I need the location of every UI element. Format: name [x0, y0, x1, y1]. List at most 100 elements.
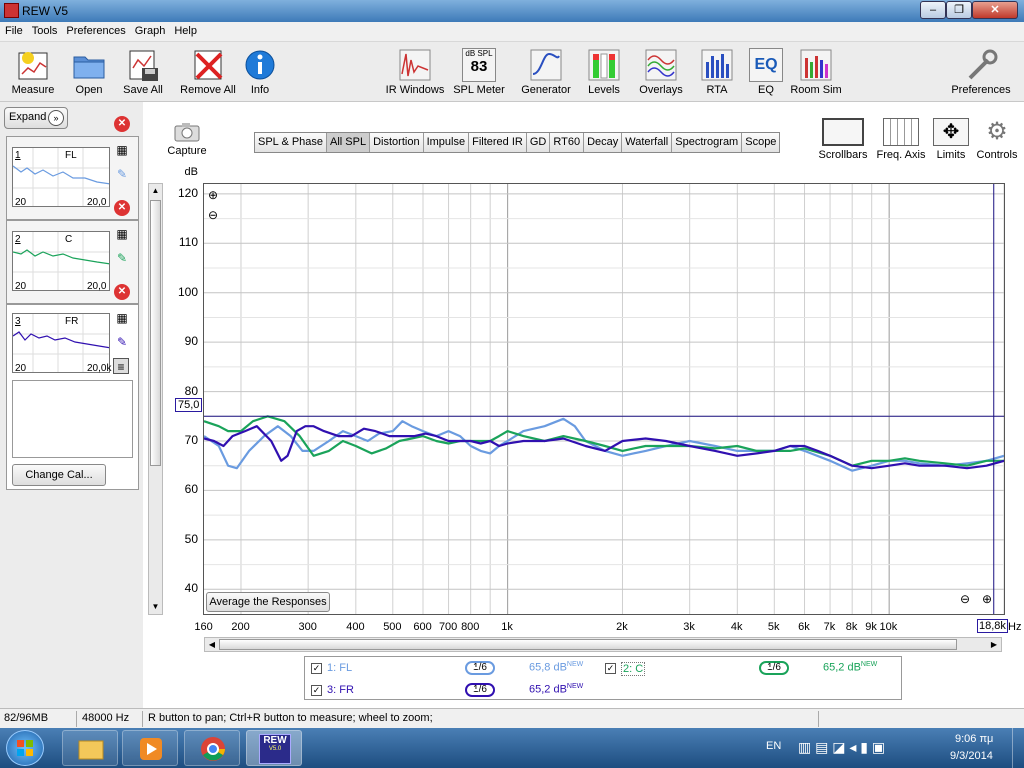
cursor-freq-label: 18,8k — [977, 619, 1008, 633]
preferences-button[interactable]: Preferences — [946, 44, 1016, 100]
smoothing-c[interactable]: 1/6 — [759, 661, 789, 675]
remove-all-button[interactable]: Remove All — [178, 44, 238, 100]
spl-chart-svg — [204, 184, 1004, 614]
ir-windows-button[interactable]: IR Windows — [384, 44, 446, 100]
freq-axis-button[interactable]: Freq. Axis — [874, 118, 928, 161]
tab-spectrogram[interactable]: Spectrogram — [672, 133, 743, 152]
menu-bar: File Tools Preferences Graph Help — [0, 22, 1024, 42]
minimize-button[interactable]: – — [920, 1, 946, 19]
save-all-button[interactable]: Save All — [118, 44, 168, 100]
x-axis-unit: Hz — [1008, 621, 1022, 633]
horizontal-scrollbar[interactable]: ◀ ▶ — [204, 637, 1002, 652]
notes-area[interactable] — [12, 380, 133, 458]
scroll-left-arrow[interactable]: ◀ — [205, 638, 219, 651]
clock-date[interactable]: 9/3/2014 — [950, 750, 993, 762]
scroll-down-arrow[interactable]: ▼ — [149, 600, 162, 614]
average-responses-button[interactable]: Average the Responses — [206, 592, 330, 612]
freq-axis-icon — [883, 118, 919, 146]
y-axis-unit: dB — [184, 166, 198, 178]
close-icon[interactable]: ✕ — [114, 284, 130, 300]
legend-checkbox-fr[interactable]: ✓ — [311, 685, 322, 696]
legend-checkbox-c[interactable]: ✓ — [605, 663, 616, 674]
wrench-icon — [964, 48, 998, 82]
tab-rt60[interactable]: RT60 — [550, 133, 585, 152]
tab-all-spl[interactable]: All SPL — [327, 133, 371, 152]
zoom-in-x-icon[interactable]: ⊕ — [982, 592, 992, 606]
app-icon — [4, 3, 19, 18]
tab-scope[interactable]: Scope — [742, 133, 780, 152]
color-pen-icon[interactable]: ✎ — [114, 250, 130, 266]
scrollbars-button[interactable]: Scrollbars — [816, 118, 870, 161]
zoom-out-x-icon[interactable]: ⊖ — [960, 592, 970, 606]
edit-icon[interactable]: ▦ — [114, 226, 130, 242]
tab-spl-phase[interactable]: SPL & Phase — [255, 133, 328, 152]
capture-button[interactable]: Capture — [164, 120, 210, 157]
tab-waterfall[interactable]: Waterfall — [622, 133, 673, 152]
rew-icon: REW V5.0 — [259, 734, 291, 764]
generator-button[interactable]: Generator — [518, 44, 574, 100]
memory-status: 82/96MB — [4, 712, 49, 724]
show-desktop-button[interactable] — [1012, 728, 1024, 768]
open-button[interactable]: Open — [64, 44, 114, 100]
tab-distortion[interactable]: Distortion — [370, 133, 424, 152]
x-tick-label: 1k — [501, 621, 513, 633]
color-pen-icon[interactable]: ✎ — [114, 166, 130, 182]
scroll-thumb[interactable] — [219, 639, 957, 650]
scroll-up-arrow[interactable]: ▲ — [149, 184, 162, 198]
levels-button[interactable]: Levels — [584, 44, 624, 100]
menu-file[interactable]: File — [0, 22, 27, 37]
menu-help[interactable]: Help — [169, 22, 201, 37]
room-sim-button[interactable]: Room Sim — [790, 44, 842, 100]
legend-checkbox-fl[interactable]: ✓ — [311, 663, 322, 674]
notes-icon[interactable]: ≡ — [113, 358, 129, 374]
limits-button[interactable]: ✥ Limits — [930, 118, 972, 161]
spl-plot[interactable]: ⊕ ⊖ ⊖ ⊕ — [203, 183, 1005, 615]
close-icon[interactable]: ✕ — [114, 116, 130, 132]
tray-icons[interactable]: ▥ ▤ ◪ ◂ ▮ ▣ — [798, 739, 885, 756]
controls-button[interactable]: ⚙ Controls — [974, 118, 1020, 161]
zoom-out-icon[interactable]: ⊖ — [208, 208, 218, 222]
windows-logo-icon — [17, 740, 33, 756]
expand-button[interactable]: Expand » — [4, 107, 68, 129]
overlays-button[interactable]: Overlays — [636, 44, 686, 100]
menu-preferences[interactable]: Preferences — [61, 22, 129, 37]
language-indicator[interactable]: EN — [766, 740, 781, 752]
smoothing-fr[interactable]: 1/6 — [465, 683, 495, 697]
x-tick-label: 3k — [683, 621, 695, 633]
start-button[interactable] — [6, 730, 44, 766]
taskbar-explorer[interactable] — [62, 730, 118, 766]
tab-filtered-ir[interactable]: Filtered IR — [469, 133, 527, 152]
eq-button[interactable]: EQ EQ — [748, 44, 784, 100]
limits-icon: ✥ — [933, 118, 969, 146]
scroll-right-arrow[interactable]: ▶ — [987, 638, 1001, 651]
overlays-icon — [644, 48, 678, 82]
freq-min-label: 20 — [15, 363, 27, 374]
taskbar-rew[interactable]: REW V5.0 — [246, 730, 302, 766]
taskbar-media-player[interactable] — [122, 730, 178, 766]
edit-icon[interactable]: ▦ — [114, 142, 130, 158]
smoothing-fl[interactable]: 1/6 — [465, 661, 495, 675]
y-tick-label: 110 — [178, 235, 198, 250]
spl-meter-button[interactable]: dB SPL 83 SPL Meter — [452, 44, 506, 100]
change-cal-button[interactable]: Change Cal... — [12, 464, 106, 486]
info-button[interactable]: Info — [240, 44, 280, 100]
close-button[interactable]: ✕ — [972, 1, 1018, 19]
maximize-button[interactable]: ❐ — [946, 1, 972, 19]
menu-graph[interactable]: Graph — [130, 22, 170, 37]
edit-icon[interactable]: ▦ — [114, 310, 130, 326]
zoom-in-icon[interactable]: ⊕ — [208, 188, 218, 202]
vertical-scrollbar[interactable]: ▲ ▼ — [148, 183, 163, 615]
x-tick-label: 4k — [730, 621, 743, 633]
tab-impulse[interactable]: Impulse — [423, 133, 470, 152]
clock-time[interactable]: 9:06 πμ — [955, 733, 993, 745]
x-tick-label: 500 — [383, 621, 402, 633]
tab-gd[interactable]: GD — [526, 133, 551, 152]
rta-button[interactable]: RTA — [698, 44, 736, 100]
tab-decay[interactable]: Decay — [584, 133, 623, 152]
measure-button[interactable]: Measure — [8, 44, 58, 100]
color-pen-icon[interactable]: ✎ — [114, 334, 130, 350]
close-icon[interactable]: ✕ — [114, 200, 130, 216]
scroll-thumb[interactable] — [150, 200, 161, 466]
menu-tools[interactable]: Tools — [27, 22, 62, 37]
taskbar-chrome[interactable] — [184, 730, 240, 766]
